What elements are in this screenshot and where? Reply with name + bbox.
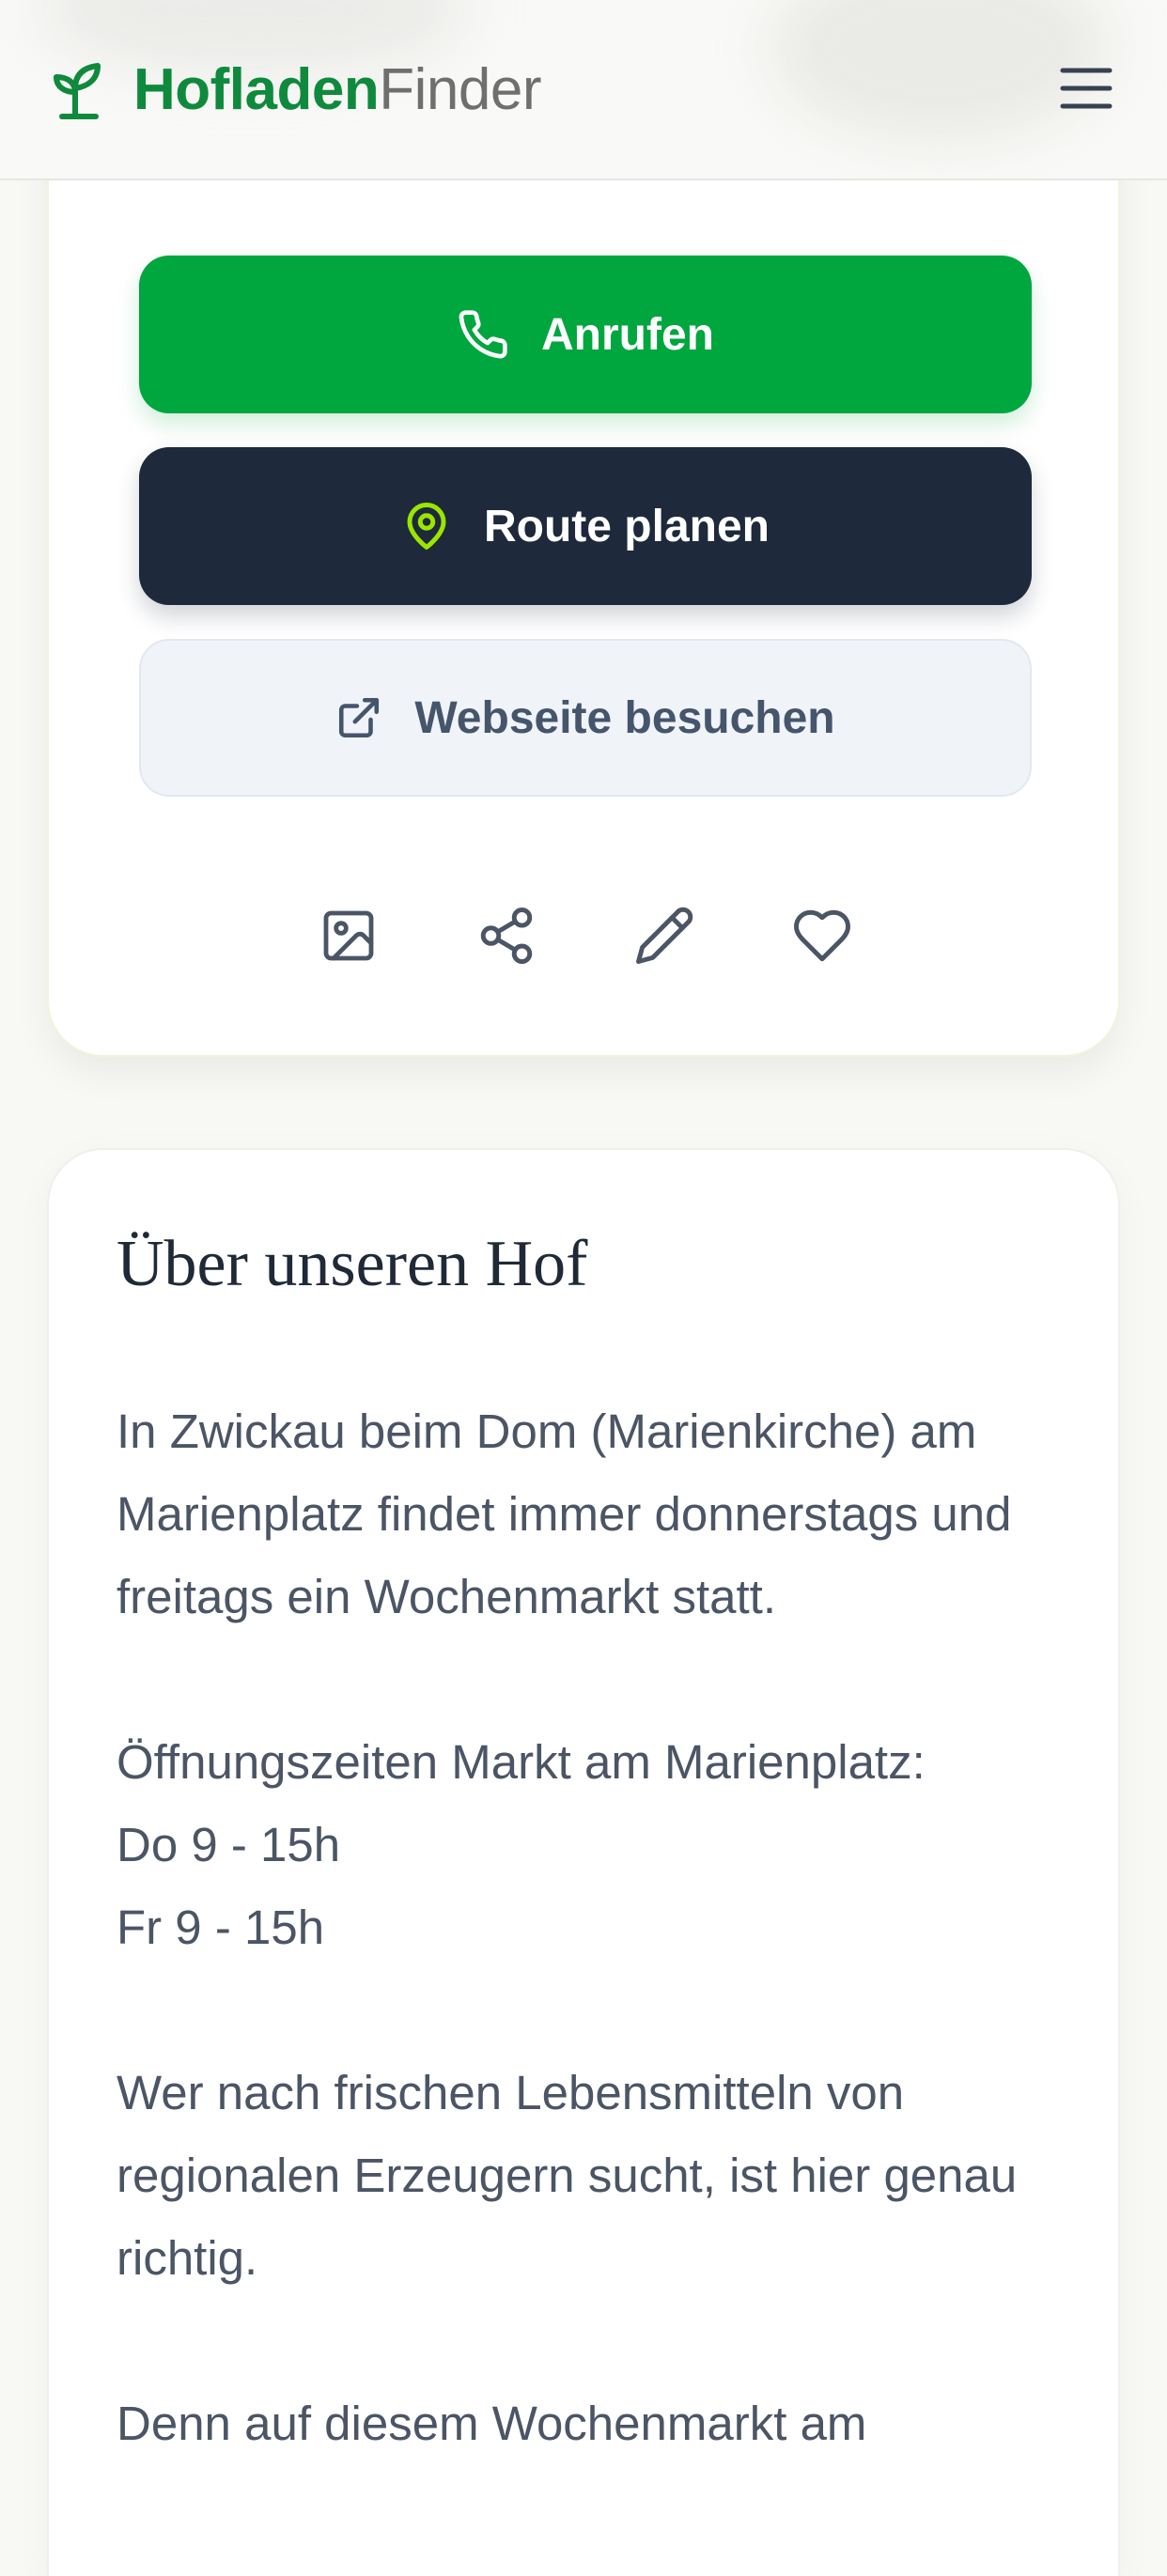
map-pin-icon [401, 500, 452, 552]
hamburger-menu-button[interactable] [1056, 60, 1116, 120]
route-button[interactable]: Route planen [139, 447, 1032, 605]
route-button-label: Route planen [483, 501, 770, 551]
brand-logo[interactable]: HofladenFinder [51, 54, 541, 126]
hamburger-menu-icon [1060, 67, 1113, 115]
heart-icon [791, 905, 853, 971]
brand-name-light: Finder [379, 57, 541, 122]
about-description: In Zwickau beim Dom (Marienkirche) am Ma… [117, 1404, 1018, 2450]
external-link-icon [335, 694, 382, 741]
brand-name-strong: Hofladen [133, 57, 380, 122]
app-header: HofladenFinder [0, 0, 1167, 180]
edit-button[interactable] [585, 881, 743, 994]
about-title: Über unseren Hof [117, 1228, 588, 1300]
image-icon [319, 906, 379, 970]
brand-name: HofladenFinder [133, 61, 541, 119]
call-button-label: Anrufen [541, 309, 714, 360]
sprout-icon [51, 60, 107, 120]
favorite-button[interactable] [743, 881, 901, 994]
website-button-label: Webseite besuchen [414, 692, 835, 743]
about-farm-card: Über unseren Hof In Zwickau beim Dom (Ma… [47, 1148, 1120, 2576]
edit-pencil-icon [633, 905, 695, 971]
call-button[interactable]: Anrufen [139, 256, 1032, 413]
contact-actions-card: Anrufen Route planen Webseite besuchen [47, 113, 1120, 1057]
share-button[interactable] [428, 881, 585, 994]
phone-icon [457, 308, 509, 361]
photos-button[interactable] [270, 881, 428, 994]
website-button[interactable]: Webseite besuchen [139, 639, 1032, 797]
share-icon [475, 905, 537, 971]
secondary-actions [49, 881, 1122, 994]
